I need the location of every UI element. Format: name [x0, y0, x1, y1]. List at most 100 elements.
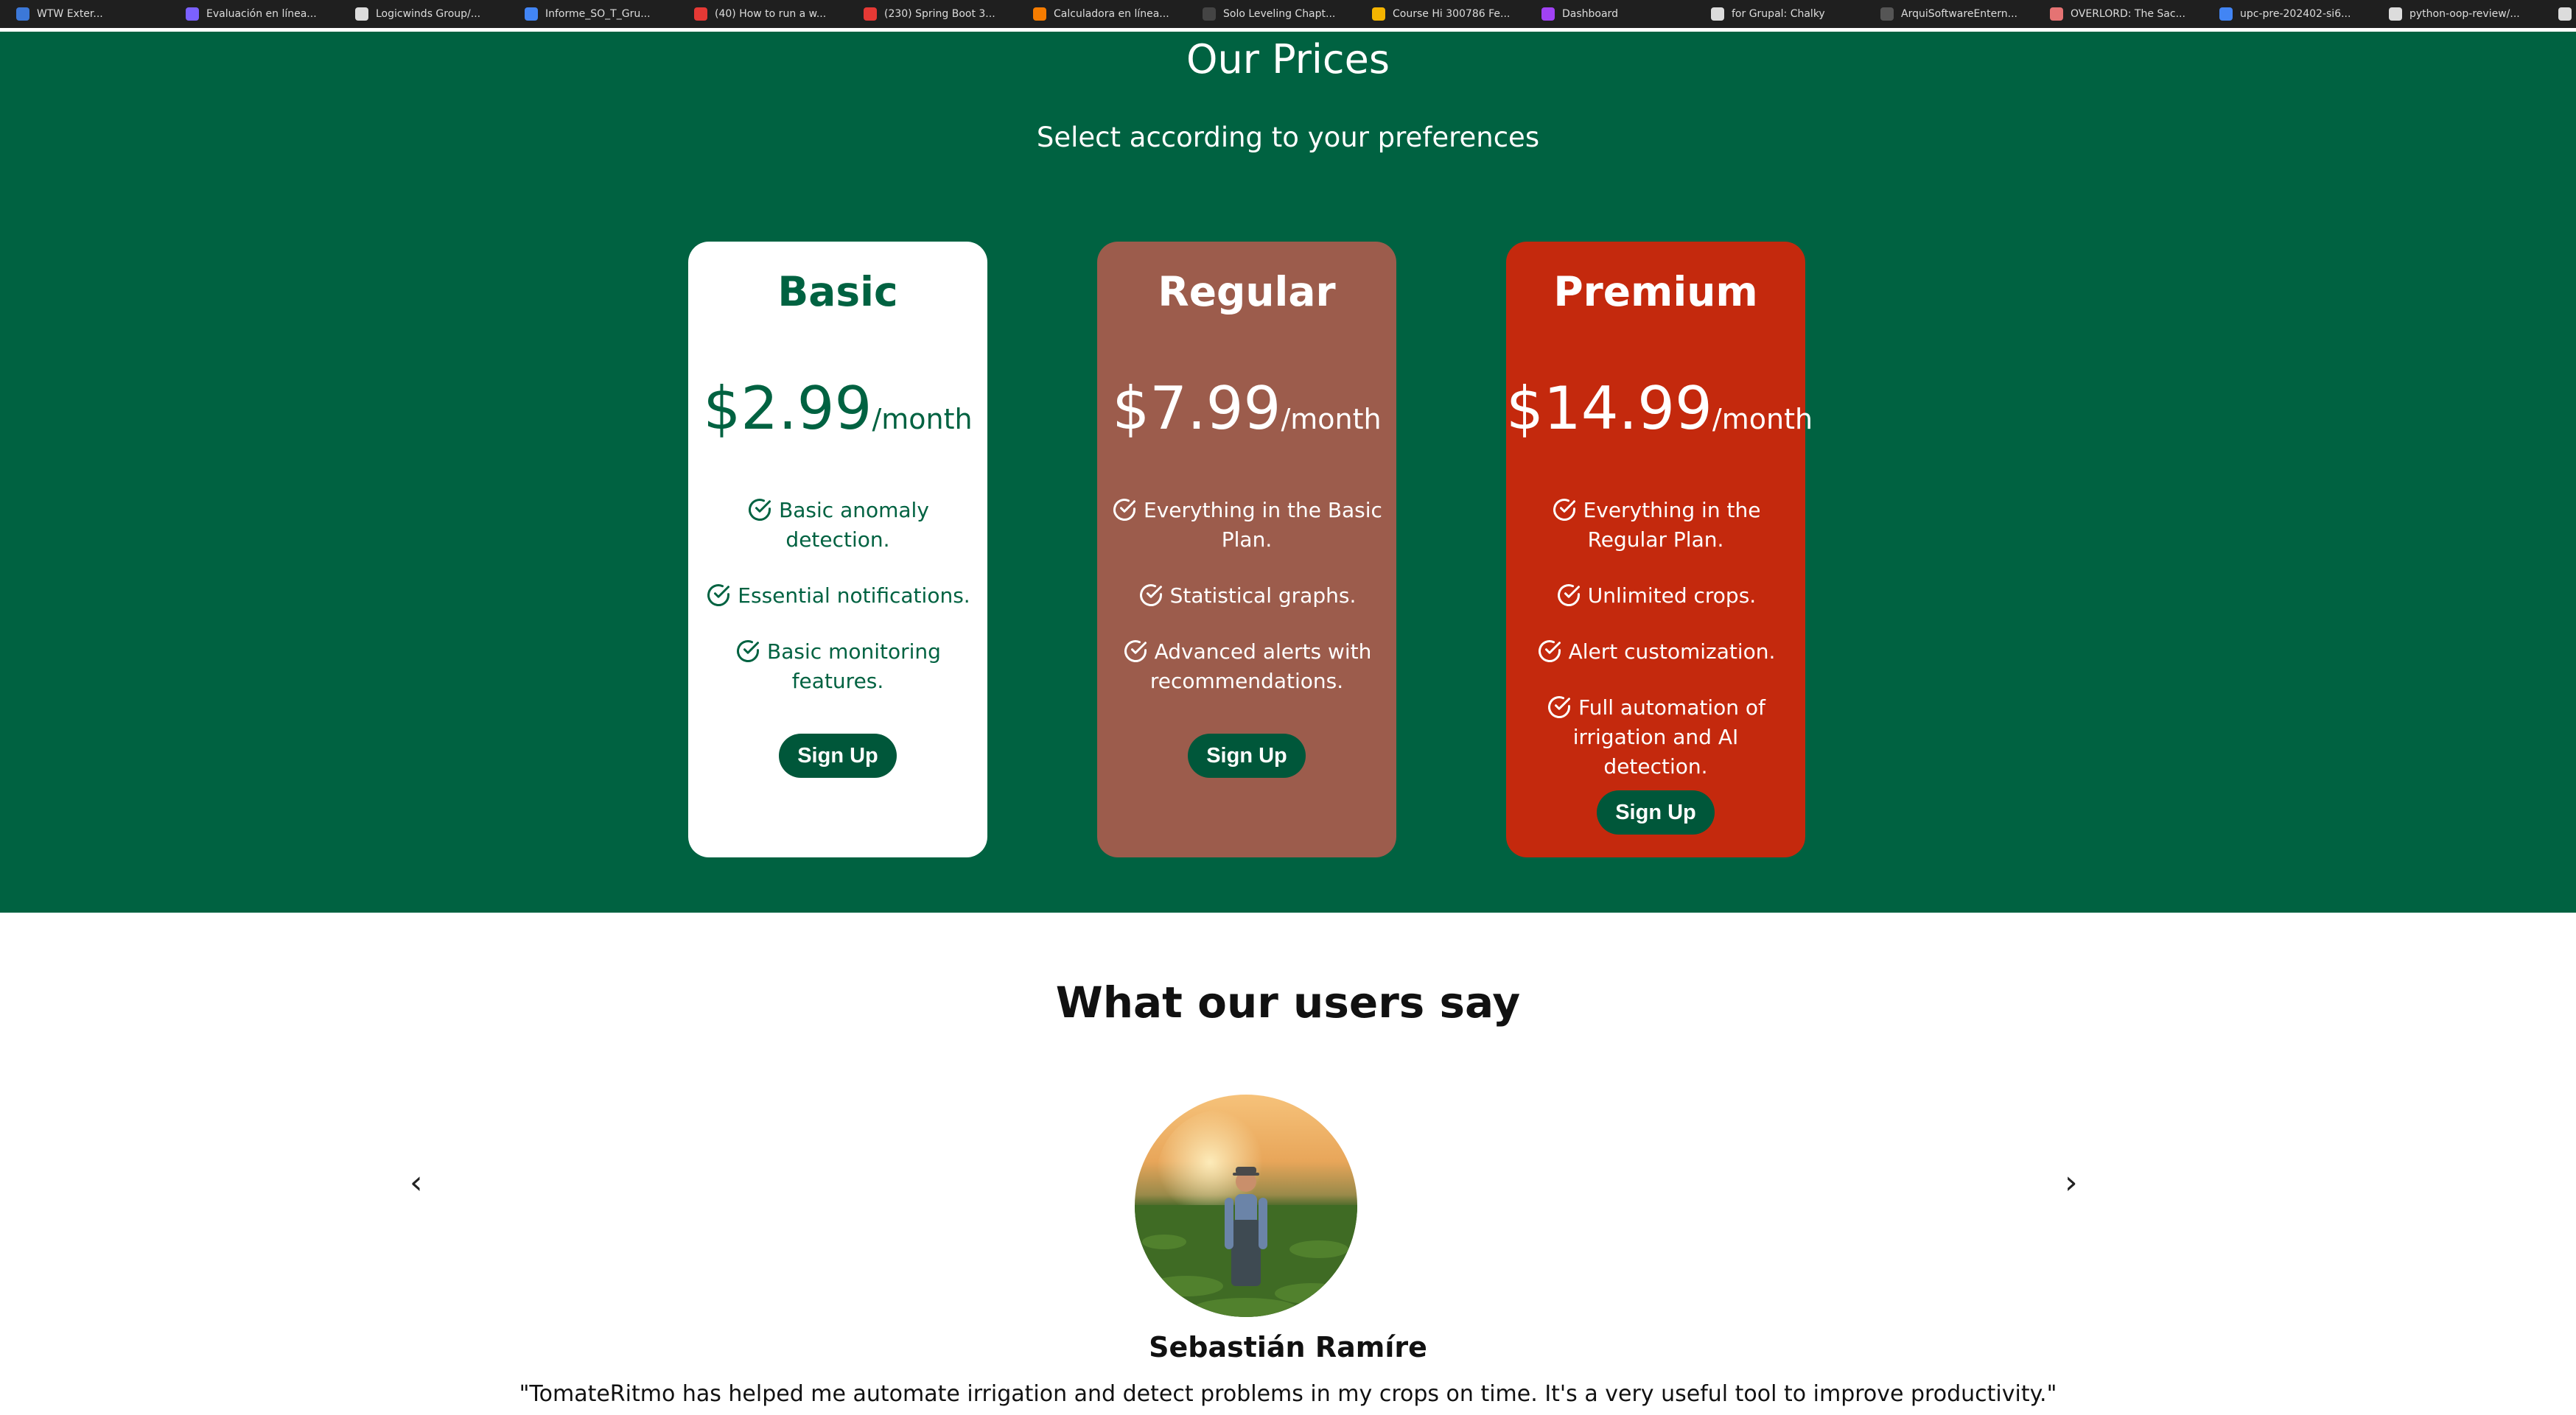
- bookmark-item[interactable]: Informe_SO_T_Gru...: [511, 0, 681, 28]
- plan-card-basic: Basic $2.99/month Basic anomaly detectio…: [688, 242, 987, 857]
- bookmark-label: upc-pre-202402-si6...: [2240, 8, 2351, 20]
- feature-text: Basic anomaly detection.: [779, 498, 929, 552]
- bookmark-label: for Grupal: Chalky: [1732, 8, 1825, 20]
- researchgate-icon: [2558, 7, 2572, 21]
- github-icon: [1711, 7, 1724, 21]
- bookmark-label: Evaluación en línea...: [206, 8, 317, 20]
- testimonials-section: What our users say ‹ › Sebastián Ramíre …: [0, 913, 2576, 1415]
- feature-text: Advanced alerts with recommendations.: [1149, 639, 1372, 693]
- bookmark-item[interactable]: Course Hi 300786 Fe...: [1359, 0, 1528, 28]
- feature-item: Essential notifications.: [701, 581, 974, 611]
- sign-up-button-premium[interactable]: Sign Up: [1597, 790, 1715, 835]
- bookmark-icon: [16, 7, 29, 21]
- bookmark-icon: [1203, 7, 1216, 21]
- github-icon: [2389, 7, 2402, 21]
- feature-text: Statistical graphs.: [1169, 583, 1357, 608]
- bookmark-item[interactable]: (40) How to run a w...: [681, 0, 850, 28]
- bookmark-label: WTW Exter...: [37, 8, 103, 20]
- sign-up-button-regular[interactable]: Sign Up: [1188, 734, 1306, 778]
- avatar: [1135, 1095, 1357, 1317]
- pricing-title: Our Prices: [1186, 36, 1390, 82]
- bookmark-item[interactable]: OVERLORD: The Sac...: [2037, 0, 2206, 28]
- feature-item: Basic anomaly detection.: [701, 496, 974, 555]
- bookmark-item[interactable]: ArquiSoftwareEntern...: [1867, 0, 2037, 28]
- bookmark-item[interactable]: Calculadora en línea...: [1020, 0, 1189, 28]
- feature-text: Full automation of irrigation and AI det…: [1572, 695, 1765, 779]
- user-name: Sebastián Ramíre: [1149, 1331, 1427, 1363]
- plan-name: Premium: [1553, 268, 1758, 315]
- feature-list: Everything in the Regular Plan. Unlimite…: [1519, 496, 1792, 808]
- bookmark-item[interactable]: WTW Exter...: [3, 0, 172, 28]
- sign-up-button-basic[interactable]: Sign Up: [779, 734, 897, 778]
- testimonials-title: What our users say: [1055, 977, 1521, 1028]
- plan-card-premium: Premium $14.99/month Everything in the R…: [1506, 242, 1813, 857]
- check-circle-icon: [1557, 584, 1580, 606]
- price-period: /month: [1712, 403, 1813, 435]
- bookmark-item[interactable]: (PDF) The Smart Irrig...: [2545, 0, 2576, 28]
- check-circle-icon: [1139, 584, 1162, 606]
- bookmark-label: Logicwinds Group/...: [376, 8, 481, 20]
- youtube-icon: [864, 7, 877, 21]
- feature-text: Everything in the Regular Plan.: [1583, 498, 1761, 552]
- bookmark-label: (40) How to run a w...: [715, 8, 827, 20]
- price-period: /month: [872, 403, 973, 435]
- bookmarks-bar: WTW Exter... Evaluación en línea... Logicw…: [0, 0, 2576, 28]
- feature-text: Basic monitoring features.: [767, 639, 941, 693]
- check-circle-icon: [1124, 640, 1147, 662]
- bookmark-label: python-oop-review/...: [2409, 8, 2520, 20]
- feature-item: Basic monitoring features.: [701, 637, 974, 696]
- bookmark-icon: [2050, 7, 2063, 21]
- github-icon: [355, 7, 368, 21]
- bookmark-item[interactable]: Dashboard: [1528, 0, 1698, 28]
- check-circle-icon: [707, 584, 730, 606]
- document-icon: [2219, 7, 2233, 21]
- feature-item: Statistical graphs.: [1110, 581, 1383, 611]
- feature-item: Advanced alerts with recommendations.: [1110, 637, 1383, 696]
- check-circle-icon: [1113, 499, 1136, 521]
- pricing-section: Our Prices Select according to your pref…: [0, 32, 2576, 913]
- bookmark-label: Calculadora en línea...: [1054, 8, 1169, 20]
- bookmark-item[interactable]: upc-pre-202402-si6...: [2206, 0, 2376, 28]
- check-circle-icon: [1553, 499, 1575, 521]
- feature-item: Everything in the Basic Plan.: [1110, 496, 1383, 555]
- feature-list: Basic anomaly detection. Essential notif…: [701, 496, 974, 723]
- check-circle-icon: [737, 640, 760, 662]
- bookmark-label: Solo Leveling Chapt...: [1223, 8, 1336, 20]
- price-amount: $7.99: [1112, 374, 1281, 443]
- youtube-icon: [694, 7, 707, 21]
- carousel-next-button[interactable]: ›: [2060, 1163, 2082, 1202]
- plan-name: Basic: [777, 268, 898, 315]
- bookmark-item[interactable]: Solo Leveling Chapt...: [1189, 0, 1359, 28]
- bookmark-item[interactable]: for Grupal: Chalky: [1698, 0, 1867, 28]
- plan-price: $7.99/month: [1097, 374, 1396, 443]
- carousel-prev-button[interactable]: ‹: [405, 1163, 427, 1202]
- feature-item: Alert customization.: [1519, 637, 1792, 667]
- check-circle-icon: [1538, 640, 1561, 662]
- plan-card-regular: Regular $7.99/month Everything in the Ba…: [1097, 242, 1396, 857]
- check-circle-icon: [1548, 696, 1571, 718]
- microsoft-icon: [1372, 7, 1385, 21]
- feature-text: Everything in the Basic Plan.: [1144, 498, 1382, 552]
- bookmark-item[interactable]: Logicwinds Group/...: [342, 0, 511, 28]
- price-amount: $2.99: [703, 374, 872, 443]
- price-amount: $14.99: [1506, 374, 1712, 443]
- pricing-subtitle: Select according to your preferences: [1036, 122, 1540, 153]
- bookmark-label: Dashboard: [1562, 8, 1618, 20]
- feature-item: Everything in the Regular Plan.: [1519, 496, 1792, 555]
- check-circle-icon: [749, 499, 771, 521]
- user-quote: "TomateRitmo has helped me automate irri…: [519, 1381, 2057, 1407]
- bookmark-item[interactable]: python-oop-review/...: [2376, 0, 2545, 28]
- plan-price: $2.99/month: [688, 374, 987, 443]
- document-icon: [525, 7, 538, 21]
- bookmark-label: ArquiSoftwareEntern...: [1901, 8, 2018, 20]
- plan-price: $14.99/month: [1506, 374, 1813, 443]
- plan-name: Regular: [1158, 268, 1336, 315]
- bookmark-label: Course Hi 300786 Fe...: [1393, 8, 1511, 20]
- github-icon: [1880, 7, 1894, 21]
- bookmark-label: OVERLORD: The Sac...: [2071, 8, 2185, 20]
- bookmark-label: Informe_SO_T_Gru...: [545, 8, 651, 20]
- bookmark-item[interactable]: (230) Spring Boot 3...: [850, 0, 1020, 28]
- feature-list: Everything in the Basic Plan. Statistica…: [1110, 496, 1383, 723]
- price-period: /month: [1281, 403, 1382, 435]
- bookmark-item[interactable]: Evaluación en línea...: [172, 0, 342, 28]
